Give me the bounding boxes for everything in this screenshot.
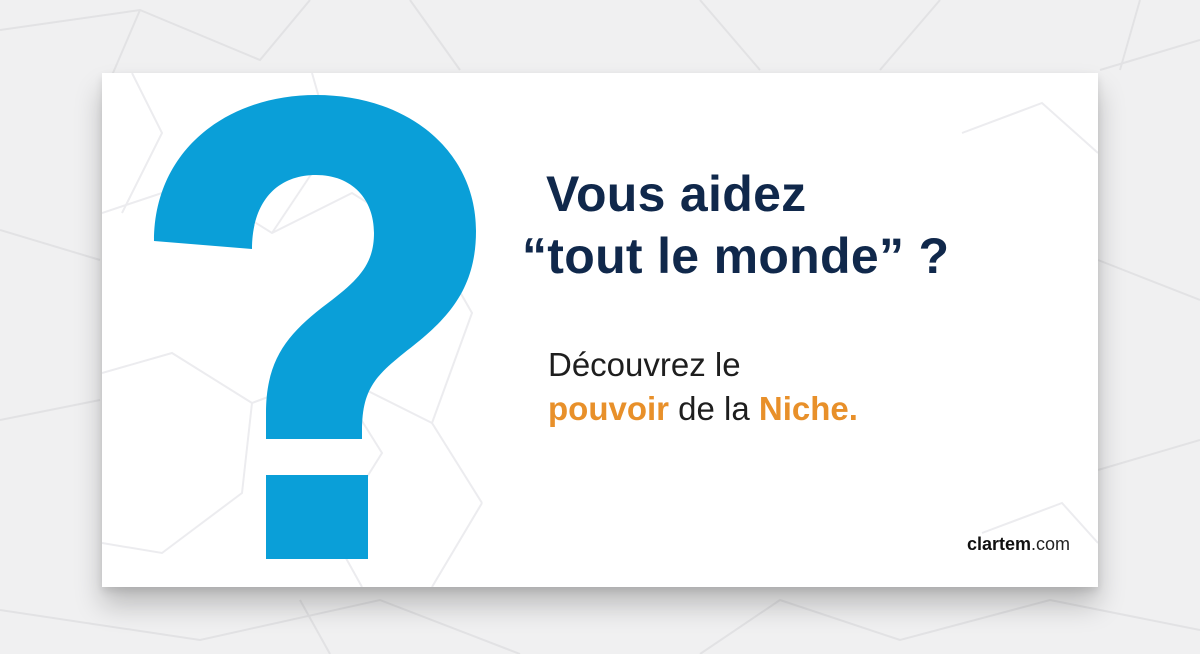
question-mark-icon bbox=[154, 95, 476, 559]
website-url: clartem.com bbox=[967, 534, 1070, 555]
banner-stage: Vous aidez “tout le monde” ? Découvrez l… bbox=[0, 0, 1200, 654]
headline-line-2: “tout le monde” ? bbox=[522, 228, 950, 284]
subheadline-line-1: Découvrez le bbox=[548, 346, 741, 383]
brand-domain: .com bbox=[1030, 534, 1070, 554]
subheadline-middle: de la bbox=[669, 390, 759, 427]
headline: Vous aidez “tout le monde” ? bbox=[522, 163, 949, 287]
highlight-niche: Niche. bbox=[758, 390, 858, 427]
headline-line-1: Vous aidez bbox=[546, 166, 807, 222]
highlight-pouvoir: pouvoir bbox=[548, 390, 669, 427]
subheadline: Découvrez le pouvoir de la Niche. bbox=[548, 343, 858, 431]
brand-name: clartem bbox=[966, 534, 1031, 554]
banner-card: Vous aidez “tout le monde” ? Découvrez l… bbox=[102, 73, 1098, 587]
